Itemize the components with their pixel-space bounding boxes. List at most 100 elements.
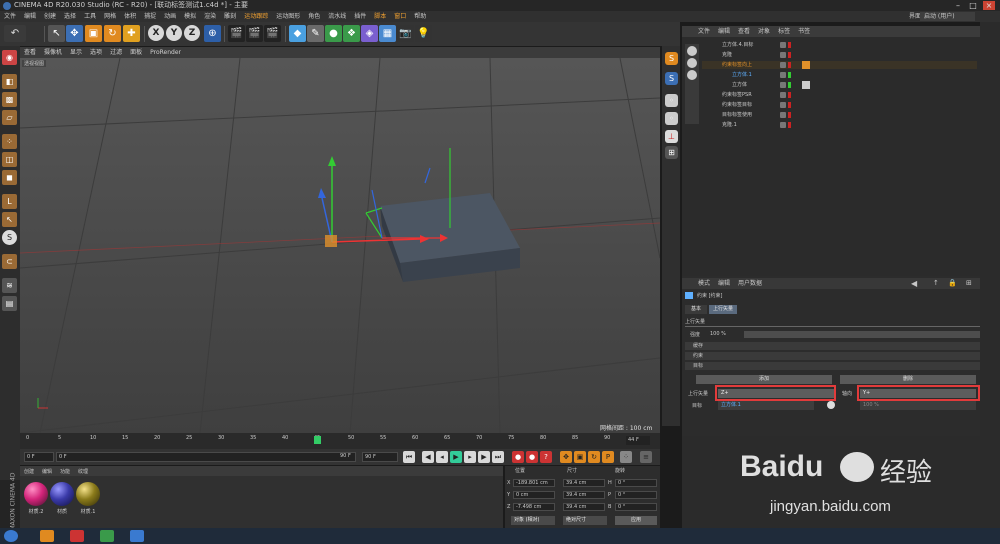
tab-basic[interactable]: 基本 xyxy=(685,305,707,314)
vp-menu-camera[interactable]: 摄像机 xyxy=(40,47,66,58)
undo-icon[interactable]: ↶ xyxy=(4,25,26,42)
vp-menu-view[interactable]: 查看 xyxy=(20,47,40,58)
polygons-mode-icon[interactable]: ◼ xyxy=(2,170,17,185)
tab-up-vector[interactable]: 上行矢量 xyxy=(709,305,737,314)
layer-browser-icon[interactable] xyxy=(687,46,697,56)
minimize-button[interactable]: – xyxy=(952,1,964,10)
vp-menu-prorender[interactable]: ProRender xyxy=(146,47,185,58)
back-arrow-icon[interactable]: ◀ xyxy=(907,278,921,289)
obj-menu-file[interactable]: 文件 xyxy=(694,26,714,37)
texture-mode-icon[interactable]: ▩ xyxy=(2,92,17,107)
menu-simulate[interactable]: 模拟 xyxy=(180,11,200,22)
snap-icon[interactable]: S xyxy=(2,230,17,245)
tweak-mode-icon[interactable]: ↖ xyxy=(2,212,17,227)
menu-window[interactable]: 窗口 xyxy=(390,11,410,22)
lock-icon[interactable]: 🔒 xyxy=(944,278,961,289)
coord-pos-y-input[interactable]: 0 cm xyxy=(513,491,555,499)
obj-menu-bookmarks[interactable]: 书签 xyxy=(794,26,814,37)
snap-settings-icon[interactable]: S xyxy=(665,72,678,85)
layer-icon[interactable]: ≋ xyxy=(2,278,17,293)
material-swatch[interactable] xyxy=(76,482,100,506)
obj-menu-object[interactable]: 对象 xyxy=(754,26,774,37)
up-arrow-icon[interactable]: ↑ xyxy=(929,278,943,289)
workplane-icon[interactable]: ▱ xyxy=(2,110,17,125)
prev-frame-icon[interactable]: ◂ xyxy=(436,451,448,463)
weight-field[interactable]: 100 % xyxy=(860,401,976,410)
coord-rot-p-input[interactable]: 0 ° xyxy=(615,491,657,499)
attr-menu-userdata[interactable]: 用户数据 xyxy=(734,278,766,289)
snap-grid-icon[interactable]: ⊞ xyxy=(665,146,678,159)
cube-primitive-icon[interactable]: ◆ xyxy=(289,25,306,42)
filter-icon[interactable] xyxy=(687,70,697,80)
keyframe-selection-icon[interactable]: ? xyxy=(540,451,552,463)
strength-slider[interactable] xyxy=(744,331,980,338)
menu-tools[interactable]: 工具 xyxy=(80,11,100,22)
coord-pos-x-input[interactable]: -189.801 cm xyxy=(513,479,555,487)
taskbar-app-icon[interactable] xyxy=(70,530,84,542)
vp-menu-panel[interactable]: 面板 xyxy=(126,47,146,58)
obj-menu-edit[interactable]: 编辑 xyxy=(714,26,734,37)
deformer-icon[interactable]: ◈ xyxy=(361,25,378,42)
lock-icon[interactable]: ▤ xyxy=(2,296,17,311)
pen-spline-icon[interactable]: ✎ xyxy=(307,25,324,42)
vp-menu-display[interactable]: 显示 xyxy=(66,47,86,58)
layout-dropdown[interactable]: 启动 (用户) xyxy=(920,12,975,21)
attr-menu-edit[interactable]: 编辑 xyxy=(714,278,734,289)
start-frame-field[interactable]: 0 F xyxy=(24,452,54,462)
menu-pipeline[interactable]: 流水线 xyxy=(324,11,350,22)
object-row[interactable]: 立方体 xyxy=(702,81,977,89)
goto-end-icon[interactable]: ⏭ xyxy=(492,451,504,463)
3d-viewport[interactable] xyxy=(20,58,660,433)
quantize-icon[interactable]: ◦ xyxy=(665,94,678,107)
menu-mograph[interactable]: 运动图形 xyxy=(272,11,304,22)
render-picture-viewer-icon[interactable]: 🎬 xyxy=(246,25,263,42)
key-param-icon[interactable]: P xyxy=(602,451,614,463)
object-row-selected[interactable]: 约束标签向上 xyxy=(702,61,977,69)
edges-mode-icon[interactable]: ◫ xyxy=(2,152,17,167)
menu-plugins[interactable]: 插件 xyxy=(350,11,370,22)
menu-edit[interactable]: 编辑 xyxy=(20,11,40,22)
preview-start-field[interactable]: 0 F xyxy=(56,452,356,462)
axis-mode-icon[interactable]: L xyxy=(2,194,17,209)
taskbar-app-icon[interactable] xyxy=(130,530,144,542)
menu-volume[interactable]: 体积 xyxy=(120,11,140,22)
menu-character[interactable]: 角色 xyxy=(304,11,324,22)
end-frame-field[interactable]: 90 F xyxy=(362,452,398,462)
auto-keying-icon[interactable]: ● xyxy=(526,451,538,463)
coord-size-mode-dropdown[interactable]: 绝对尺寸 xyxy=(563,516,607,525)
mat-menu-edit[interactable]: 编辑 xyxy=(38,467,56,477)
coord-pos-z-input[interactable]: -7.498 cm xyxy=(513,503,555,511)
taskbar-app-icon[interactable] xyxy=(40,530,54,542)
material-swatch[interactable] xyxy=(50,482,74,506)
floor-icon[interactable]: ▦ xyxy=(379,25,396,42)
axis-x-lock-icon[interactable]: X xyxy=(148,25,164,41)
close-button[interactable]: × xyxy=(983,1,995,10)
coord-rot-b-input[interactable]: 0 ° xyxy=(615,503,657,511)
prev-key-icon[interactable]: ◀ xyxy=(422,451,434,463)
menu-file[interactable]: 文件 xyxy=(0,11,20,22)
play-icon[interactable]: ▶ xyxy=(450,451,462,463)
apply-button[interactable]: 应用 xyxy=(615,516,657,525)
section-target-header[interactable]: 目标 xyxy=(685,362,980,370)
section-cache-header[interactable]: 缓存 xyxy=(685,342,980,350)
menu-script[interactable]: 脚本 xyxy=(370,11,390,22)
menu-mesh[interactable]: 网格 xyxy=(100,11,120,22)
coordinate-system-icon[interactable]: ⊕ xyxy=(204,25,221,42)
coord-rot-h-input[interactable]: 0 ° xyxy=(615,479,657,487)
search-icon[interactable] xyxy=(687,58,697,68)
target-tag-icon[interactable] xyxy=(802,81,810,89)
subdivision-icon[interactable]: ● xyxy=(325,25,342,42)
snap-edges-icon[interactable]: ⊥ xyxy=(665,130,678,143)
delete-target-button[interactable]: 删除 xyxy=(840,375,976,384)
start-icon[interactable] xyxy=(4,530,18,542)
vp-menu-options[interactable]: 选项 xyxy=(86,47,106,58)
key-rotation-icon[interactable]: ↻ xyxy=(588,451,600,463)
attr-menu-mode[interactable]: 模式 xyxy=(694,278,714,289)
menu-snap[interactable]: 捕捉 xyxy=(140,11,160,22)
menu-select[interactable]: 选择 xyxy=(60,11,80,22)
menu-help[interactable]: 帮助 xyxy=(410,11,430,22)
coord-size-y-input[interactable]: 39.4 cm xyxy=(563,491,605,499)
snap-points-icon[interactable]: ◦ xyxy=(665,112,678,125)
vp-menu-filter[interactable]: 过滤 xyxy=(106,47,126,58)
key-pla-icon[interactable]: ⁘ xyxy=(620,451,632,463)
